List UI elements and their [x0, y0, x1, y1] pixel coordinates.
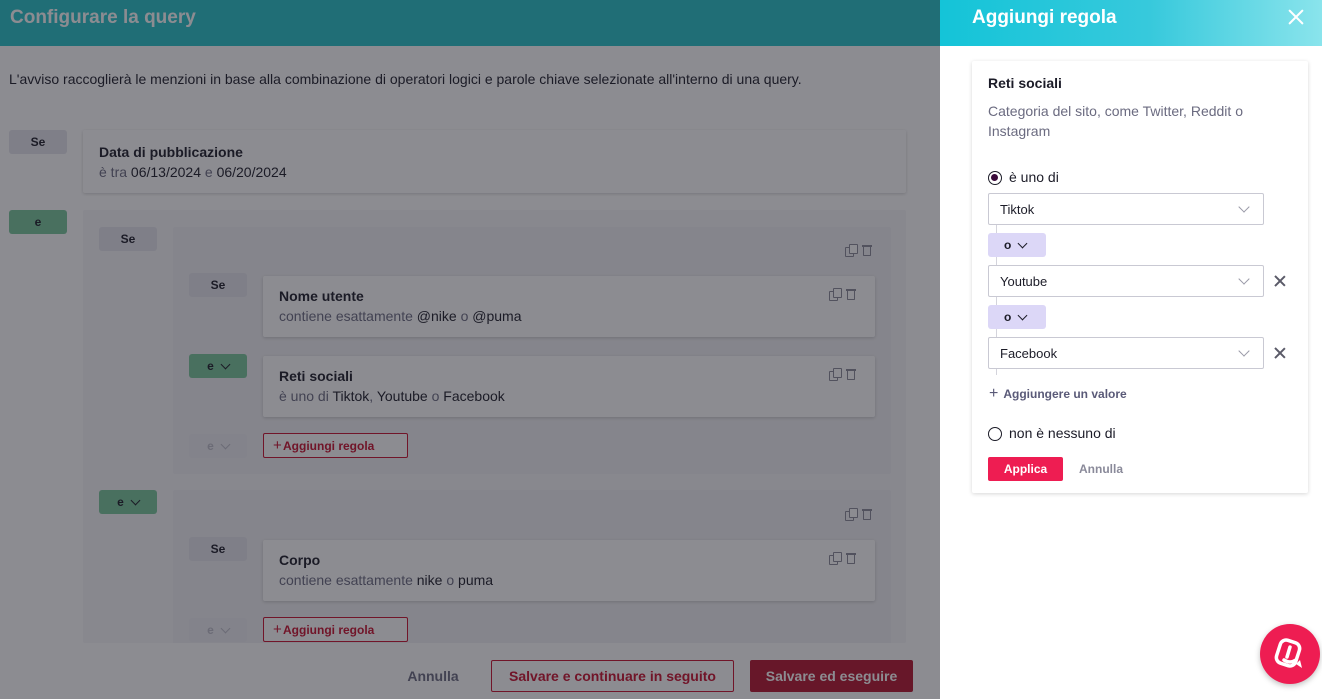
radio-is-one-of[interactable]	[988, 171, 1002, 185]
query-page: Configurare la query L'avviso raccoglier…	[0, 0, 940, 699]
value-select-3[interactable]: Facebook	[988, 337, 1264, 369]
social-rule-editor: Reti sociali Categoria del sito, come Tw…	[972, 61, 1308, 493]
rule-summary: contiene esattamente @nike o @puma	[279, 308, 522, 324]
social-rule-card[interactable]: Reti sociali è uno di Tiktok, Youtube o …	[263, 356, 875, 417]
rule-actions	[829, 368, 857, 381]
plus-icon: +	[273, 621, 282, 638]
and-operator-tag[interactable]: e	[9, 210, 67, 234]
chevron-down-icon	[1238, 273, 1250, 285]
date-rule-card[interactable]: Data di pubblicazione è tra 06/13/2024 e…	[83, 130, 906, 193]
chevron-down-icon	[220, 359, 231, 369]
chevron-down-icon	[1238, 345, 1250, 357]
rule-summary: contiene esattamente nike o puma	[279, 572, 494, 588]
save-run-button[interactable]: Salvare ed eseguire	[750, 660, 913, 692]
close-icon[interactable]	[1287, 8, 1305, 26]
trash-icon[interactable]	[845, 552, 857, 564]
trash-icon[interactable]	[845, 288, 857, 300]
page-header: Configurare la query	[0, 0, 940, 46]
if-operator-tag: Se	[99, 227, 157, 251]
copy-icon[interactable]	[829, 368, 842, 381]
rule-title: Reti sociali	[279, 368, 353, 384]
plus-icon: +	[273, 437, 282, 454]
page-description: L'avviso raccoglierà le menzioni in base…	[9, 71, 802, 87]
rule-title: Corpo	[279, 552, 321, 568]
rule-summary: è tra 06/13/2024 e 06/20/2024	[99, 164, 287, 180]
or-operator-dropdown[interactable]: o	[988, 305, 1046, 329]
cancel-link[interactable]: Annulla	[1079, 462, 1123, 476]
trash-icon[interactable]	[861, 508, 873, 520]
if-operator-tag: Se	[9, 130, 67, 154]
radio-none-of-label: non è nessuno di	[1009, 425, 1116, 441]
and-operator-dropdown[interactable]: e	[189, 354, 247, 378]
username-rule-card[interactable]: Nome utente contiene esattamente @nike o…	[263, 276, 875, 337]
or-operator-dropdown[interactable]: o	[988, 233, 1046, 257]
chevron-down-icon	[130, 495, 141, 505]
add-rule-button[interactable]: + Aggiungi regola	[263, 617, 408, 642]
if-operator-tag: Se	[189, 537, 247, 561]
apply-button[interactable]: Applica	[988, 457, 1063, 481]
if-operator-tag: Se	[189, 273, 247, 297]
copy-icon[interactable]	[829, 552, 842, 565]
save-continue-button[interactable]: Salvare e continuare in seguito	[491, 660, 734, 692]
editor-description: Categoria del sito, come Twitter, Reddit…	[988, 103, 1243, 139]
rule-title: Nome utente	[279, 288, 364, 304]
rule-title: Data di pubblicazione	[99, 144, 243, 160]
chevron-down-icon	[1238, 201, 1250, 213]
chevron-down-icon	[220, 623, 231, 633]
rule-actions	[829, 288, 857, 301]
plus-icon: +	[989, 385, 999, 402]
add-rule-panel: Aggiungi regola Reti sociali Categoria d…	[940, 0, 1322, 699]
value-select-1[interactable]: Tiktok	[988, 193, 1264, 225]
page-title: Configurare la query	[10, 7, 196, 28]
radio-none-of[interactable]	[988, 427, 1002, 441]
rule-actions	[829, 552, 857, 565]
radio-is-one-of-label: è uno di	[1009, 169, 1059, 185]
and-operator-dropdown-disabled: e	[189, 618, 247, 642]
remove-value-icon[interactable]	[1274, 275, 1286, 287]
chat-widget-button[interactable]	[1260, 624, 1320, 684]
editor-title: Reti sociali	[988, 75, 1062, 91]
rule-summary: è uno di Tiktok, Youtube o Facebook	[279, 388, 505, 404]
trash-icon[interactable]	[861, 244, 873, 256]
group-actions	[845, 508, 873, 521]
add-rule-button[interactable]: + Aggiungi regola	[263, 433, 408, 458]
group-actions	[845, 244, 873, 257]
and-operator-dropdown-disabled: e	[189, 434, 247, 458]
and-operator-dropdown[interactable]: e	[99, 490, 157, 514]
copy-icon[interactable]	[845, 244, 858, 257]
copy-icon[interactable]	[845, 508, 858, 521]
cancel-button[interactable]: Annulla	[397, 660, 469, 692]
panel-header: Aggiungi regola	[940, 0, 1322, 46]
add-value-button[interactable]: + Aggiungere un valore	[989, 385, 1127, 403]
chevron-down-icon	[220, 439, 231, 449]
chevron-down-icon	[1017, 238, 1028, 248]
chat-icon	[1274, 638, 1302, 668]
chevron-down-icon	[1017, 310, 1028, 320]
remove-value-icon[interactable]	[1274, 347, 1286, 359]
panel-title: Aggiungi regola	[972, 7, 1117, 28]
value-select-2[interactable]: Youtube	[988, 265, 1264, 297]
copy-icon[interactable]	[829, 288, 842, 301]
body-rule-card[interactable]: Corpo contiene esattamente nike o puma	[263, 540, 875, 601]
trash-icon[interactable]	[845, 368, 857, 380]
